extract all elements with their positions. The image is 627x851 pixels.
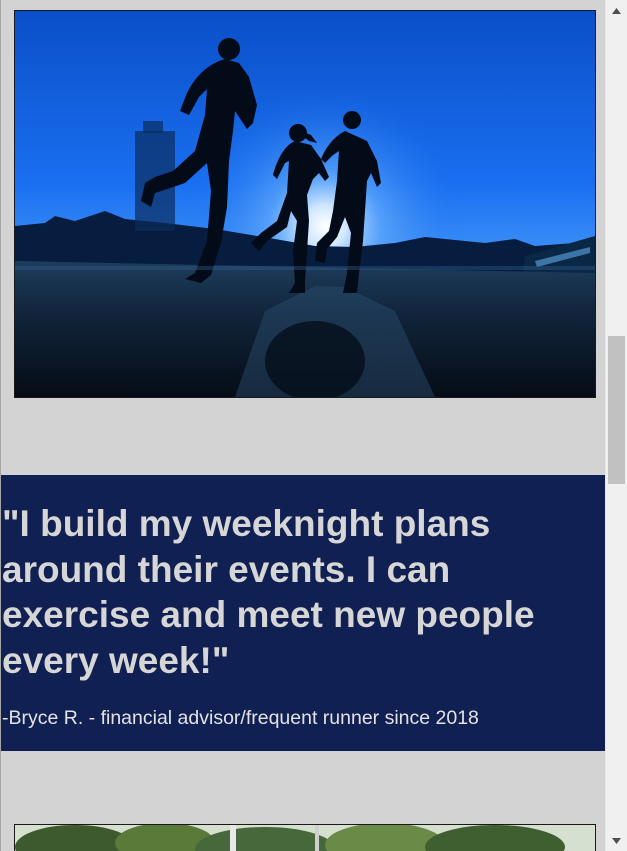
testimonial-quote: "I build my weeknight plans around their… <box>2 503 535 681</box>
scrollbar-thumb[interactable] <box>608 336 625 484</box>
trees-photo <box>14 824 596 851</box>
testimonial-section: "I build my weeknight plans around their… <box>1 475 605 751</box>
triangle-down-icon[interactable] <box>606 832 627 849</box>
page-viewport: "I build my weeknight plans around their… <box>0 0 605 851</box>
runners-photo <box>14 10 596 398</box>
testimonial-author: -Bryce R. - financial advisor/frequent r… <box>2 707 479 729</box>
triangle-up-icon[interactable] <box>606 2 627 19</box>
vertical-scrollbar[interactable] <box>605 0 627 851</box>
